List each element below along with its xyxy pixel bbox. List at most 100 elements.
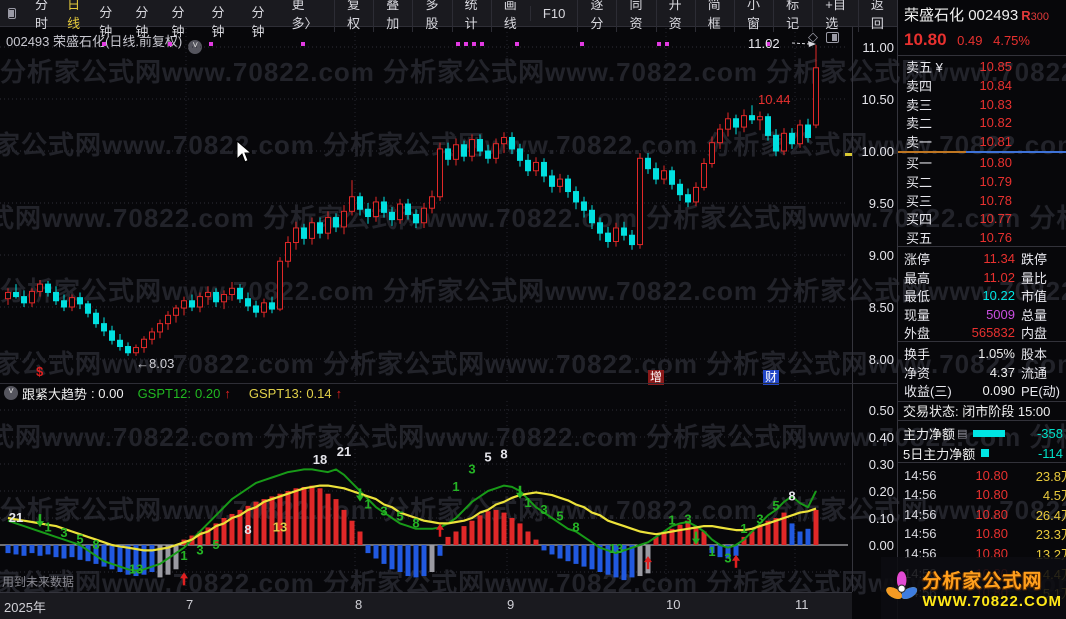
indicator-value: 0.00 xyxy=(98,385,124,401)
menu-item[interactable]: 复权 xyxy=(334,0,373,32)
menu-item[interactable]: 开资 xyxy=(655,0,695,32)
menu-item[interactable]: 更多〉 xyxy=(283,0,327,32)
svg-text:1: 1 xyxy=(180,548,187,563)
up-arrow-icon: ↑ xyxy=(224,385,231,401)
svg-text:1: 1 xyxy=(668,513,675,528)
mouse-cursor xyxy=(236,139,253,163)
margin-tag: R xyxy=(1021,8,1031,23)
svg-text:5: 5 xyxy=(556,509,563,524)
month-label: 8 xyxy=(355,597,363,612)
svg-text:18: 18 xyxy=(313,452,327,467)
window-split-icon[interactable] xyxy=(8,7,16,19)
price-axis-label: 8.50 xyxy=(868,300,894,315)
svg-text:8: 8 xyxy=(244,522,251,537)
list-icon: ▤ xyxy=(957,427,968,440)
svg-text:13: 13 xyxy=(129,561,143,576)
svg-text:8: 8 xyxy=(92,537,99,552)
month-label: 10 xyxy=(666,597,681,612)
svg-text:3: 3 xyxy=(380,503,387,518)
price-change: 0.49 xyxy=(957,33,983,48)
svg-text:3: 3 xyxy=(468,461,475,476)
stock-title: 荣盛石化 002493 R300 xyxy=(904,4,1064,25)
stat-row: 现量 5009 总量 xyxy=(904,306,1048,323)
stat-row: 净资 4.37 流通 xyxy=(904,364,1048,381)
up-arrow-icon: ↑ xyxy=(335,385,343,401)
menu-item[interactable]: 统计 xyxy=(451,0,491,32)
menu-item[interactable]: 逐分 xyxy=(577,0,616,32)
sell-row[interactable]: 卖三 10.83 xyxy=(898,95,1066,114)
flow-legend-square xyxy=(981,449,990,457)
buy-row[interactable]: 买五 10.76 xyxy=(898,228,1066,247)
menu-item[interactable]: 日线 xyxy=(58,0,90,32)
svg-text:3: 3 xyxy=(540,502,547,517)
trade-status: 交易状态: 闭市阶段 15:00 xyxy=(898,401,1066,421)
gspt12-label: GSPT12: xyxy=(137,385,192,401)
sell-row[interactable]: 卖一 10.81 xyxy=(898,132,1066,151)
svg-text:13: 13 xyxy=(609,541,623,556)
menu-item[interactable]: 小窗 xyxy=(733,0,773,32)
menu-item[interactable]: 15分钟 xyxy=(162,0,202,40)
svg-text:1: 1 xyxy=(452,479,459,494)
time-axis: 2025年 7 8 9 10 11 xyxy=(0,592,852,619)
price-axis-label: 8.00 xyxy=(868,352,894,367)
menu-item[interactable]: 1分钟 xyxy=(90,0,126,40)
svg-text:5: 5 xyxy=(76,532,83,547)
menu-item[interactable]: 标记 xyxy=(773,0,812,32)
menu-item[interactable]: 30分钟 xyxy=(202,0,242,40)
menu-item[interactable]: 返回 xyxy=(857,0,897,32)
main-net-flow-row: 主力净额 ▤ -358 xyxy=(903,425,1063,442)
axis-price-marker xyxy=(845,153,852,156)
svg-text:1: 1 xyxy=(364,497,371,512)
menu-item[interactable]: 多股 xyxy=(412,0,451,32)
bid-ask-ratio-bar xyxy=(898,151,1066,153)
menu-item[interactable]: 60分钟 xyxy=(242,0,282,40)
menu-item[interactable]: 5分钟 xyxy=(126,0,162,40)
candlestick-chart[interactable] xyxy=(0,27,852,383)
stat-row: 外盘 565832 内盘 xyxy=(904,325,1048,342)
menu-item[interactable]: 同资 xyxy=(616,0,655,32)
main-net-flow-value: -358 xyxy=(1036,425,1063,441)
sell-row[interactable]: 卖二 10.82 xyxy=(898,113,1066,132)
site-name: 分析家公式网 xyxy=(922,571,1043,592)
month-label: 11 xyxy=(795,597,809,612)
index-tag: 300 xyxy=(1030,11,1049,23)
indicator-axis-label: 0.40 xyxy=(868,430,894,445)
price-axis-label: 11.00 xyxy=(862,40,894,55)
svg-text:8: 8 xyxy=(788,488,795,503)
indicator-chart[interactable]: 211 3 5 8131 3 58 1318211 3 5 8135 81 3 58131 31 31358 xyxy=(0,400,852,592)
menu-item[interactable]: 简框 xyxy=(694,0,734,32)
day5-net-flow-value: -114 xyxy=(1037,445,1063,461)
buy-row[interactable]: 买一 10.80 xyxy=(898,153,1066,172)
indicator-axis-label: 0.50 xyxy=(868,403,894,418)
menu-item[interactable]: 分时 xyxy=(26,0,58,32)
tick-row: 14:5610.8023.8万 xyxy=(904,467,1066,484)
menu-item[interactable]: 画线 xyxy=(490,0,530,32)
quote-panel: 荣盛石化 002493 R300 10.80 0.49 4.75% 卖五 ¥10.… xyxy=(897,0,1066,619)
indicator-axis-label: 0.00 xyxy=(868,538,894,553)
svg-text:8: 8 xyxy=(500,447,507,462)
buy-row[interactable]: 买四 10.77 xyxy=(898,209,1066,228)
year-label: 2025年 xyxy=(4,600,46,615)
price-axis-label: 9.50 xyxy=(868,196,894,211)
buy-row[interactable]: 买三 10.78 xyxy=(898,191,1066,210)
price-row: 10.80 0.49 4.75% xyxy=(904,30,1064,50)
svg-text:3: 3 xyxy=(724,551,731,566)
stat-row: 最低 10.22 市值 xyxy=(904,288,1048,305)
sell-row[interactable]: 卖四 10.84 xyxy=(898,76,1066,95)
menu-item[interactable]: 叠加 xyxy=(373,0,412,32)
menu-item[interactable]: +自选 xyxy=(812,0,858,32)
svg-text:1: 1 xyxy=(524,495,531,510)
collapse-chevron-icon[interactable]: ˅ xyxy=(4,386,18,400)
menu-item[interactable]: F10 xyxy=(529,5,577,21)
gspt13-value: 0.14 xyxy=(306,385,332,401)
svg-text:8: 8 xyxy=(412,515,419,530)
indicator-axis-label: 0.10 xyxy=(868,511,894,526)
menubar: 分时日线1分钟5分钟15分钟30分钟60分钟更多〉复权叠加多股统计画线F10逐分… xyxy=(0,0,897,39)
month-label: 9 xyxy=(507,597,515,612)
stat-row: 收益(三) 0.090 PE(动) xyxy=(904,383,1061,400)
buy-row[interactable]: 买二 10.79 xyxy=(898,172,1066,191)
sell-row[interactable]: 卖五 ¥10.85 xyxy=(898,57,1066,76)
site-logo[interactable]: 分析家公式网 WWW.70822.COM xyxy=(881,557,1066,619)
svg-text:8: 8 xyxy=(572,519,579,534)
day5-net-flow-row: 5日主力净额 -114 xyxy=(903,445,1063,462)
